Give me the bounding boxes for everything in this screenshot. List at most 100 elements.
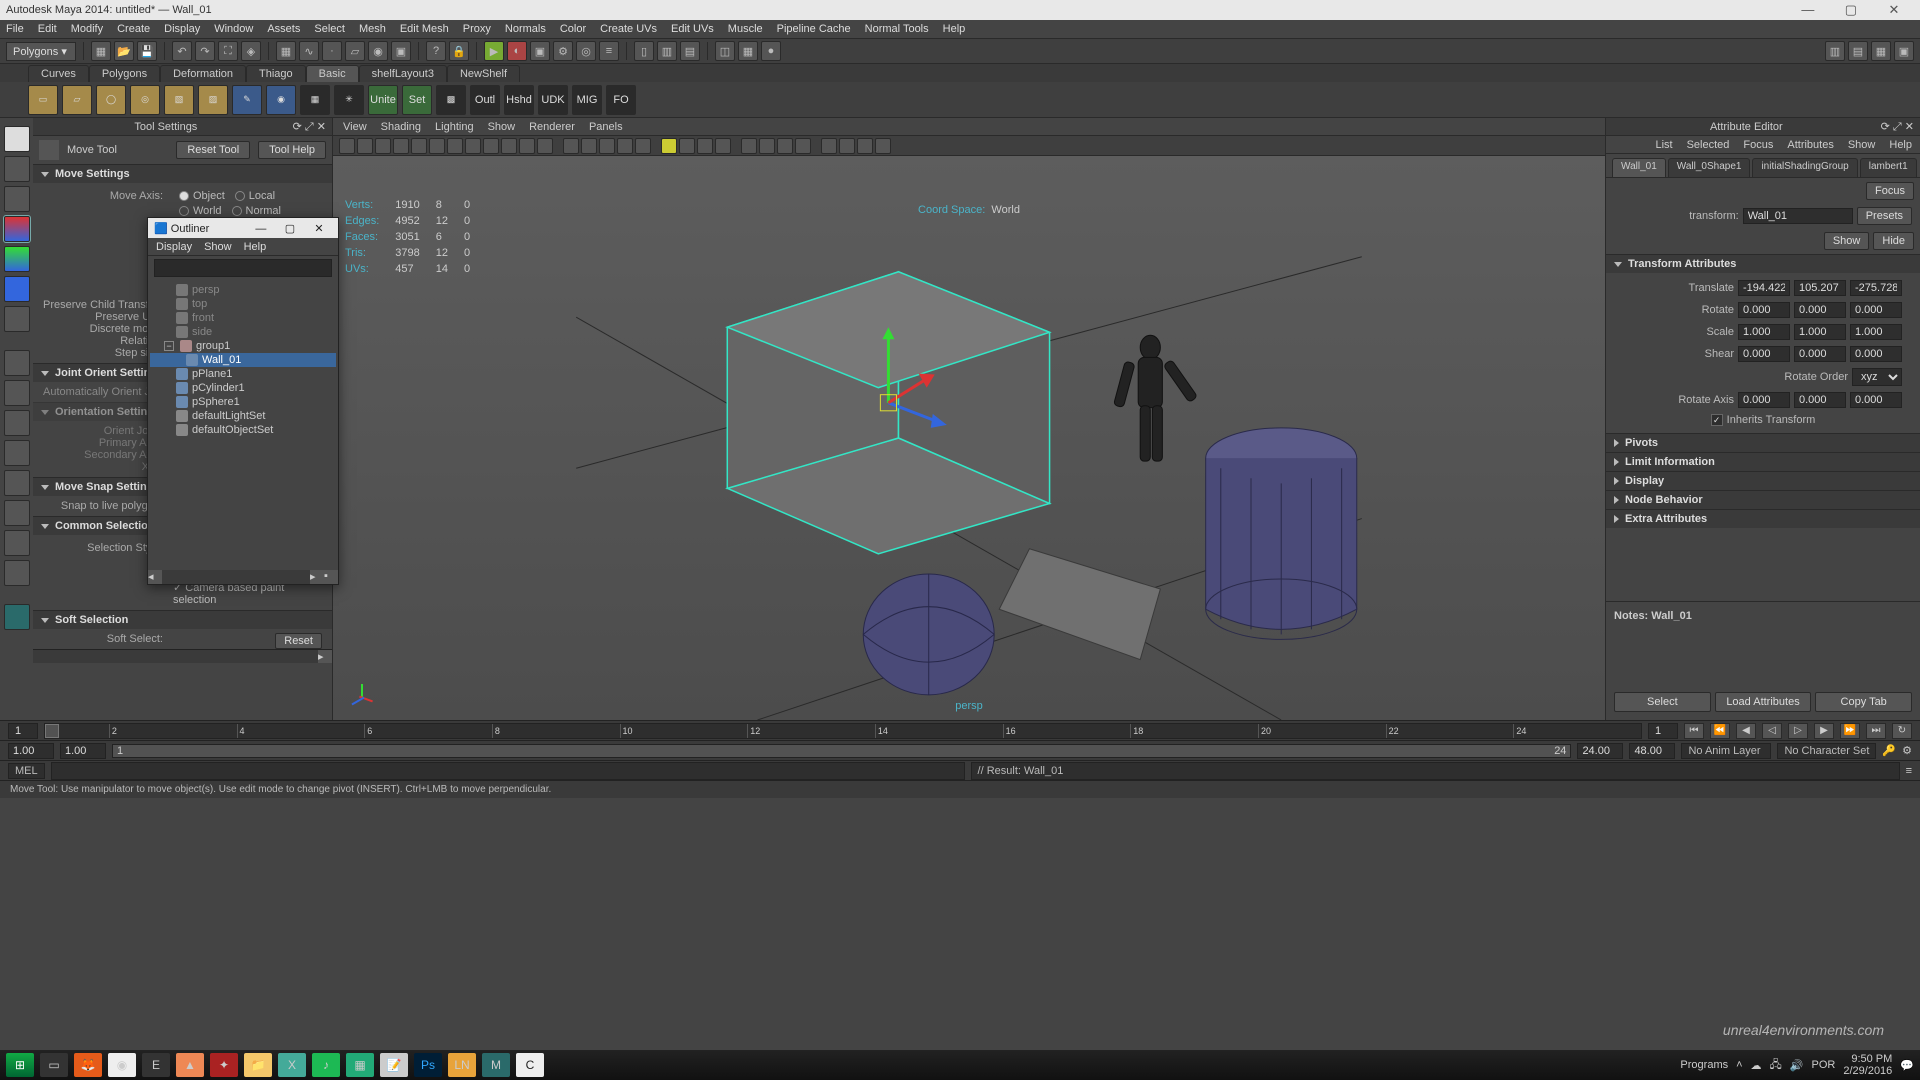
- outliner-scroll-right[interactable]: ▸: [310, 570, 324, 584]
- translate-x-input[interactable]: [1738, 280, 1790, 296]
- ae-extra-attributes-header[interactable]: Extra Attributes: [1625, 513, 1707, 525]
- ae-focus-button[interactable]: Focus: [1866, 182, 1914, 200]
- paint-select-tool-icon[interactable]: [4, 186, 30, 212]
- outliner-maximize[interactable]: ▢: [277, 222, 303, 235]
- rotate-z-input[interactable]: [1850, 302, 1902, 318]
- checker-icon[interactable]: ▩: [436, 85, 466, 115]
- tray-volume-icon[interactable]: 🔊: [1790, 1059, 1804, 1072]
- wireframe-sphere-icon[interactable]: ◉: [266, 85, 296, 115]
- tool-help-button[interactable]: Tool Help: [258, 141, 326, 159]
- character-set-dropdown[interactable]: No Character Set: [1777, 743, 1876, 759]
- vp-depth-of-field-icon[interactable]: [821, 138, 837, 154]
- ae-menu-item[interactable]: Selected: [1687, 139, 1730, 151]
- shelf-tab[interactable]: NewShelf: [447, 65, 520, 82]
- layout-four-icon[interactable]: [4, 380, 30, 406]
- shear-x-input[interactable]: [1738, 346, 1790, 362]
- vp-2d-pan-icon[interactable]: [411, 138, 427, 154]
- vp-motion-blur-icon[interactable]: [839, 138, 855, 154]
- outliner-item-pcylinder1[interactable]: pCylinder1: [150, 381, 336, 395]
- ae-menu-item[interactable]: Attributes: [1787, 139, 1833, 151]
- ae-copy-tab-button[interactable]: Copy Tab: [1815, 692, 1912, 712]
- outliner-close[interactable]: ✕: [306, 222, 332, 235]
- vp-shadows-icon[interactable]: [635, 138, 651, 154]
- go-end-icon[interactable]: ⏭: [1866, 723, 1886, 739]
- menu-item[interactable]: Muscle: [728, 23, 763, 35]
- maya-icon[interactable]: M: [482, 1053, 510, 1077]
- tray-network-icon[interactable]: 🖧: [1770, 1056, 1782, 1075]
- outliner-item-front[interactable]: front: [150, 311, 336, 325]
- scale-z-input[interactable]: [1850, 324, 1902, 340]
- layout-script-icon[interactable]: [4, 560, 30, 586]
- vp-light-icon[interactable]: [661, 138, 677, 154]
- menu-item[interactable]: Proxy: [463, 23, 491, 35]
- vp-bookmark-icon[interactable]: [375, 138, 391, 154]
- play-forward-icon[interactable]: ▷: [1788, 723, 1808, 739]
- panel-scrollbar[interactable]: ▸: [318, 650, 332, 663]
- snap-live-icon[interactable]: ◉: [368, 41, 388, 61]
- layout-two-h-icon[interactable]: [4, 440, 30, 466]
- scale-y-input[interactable]: [1794, 324, 1846, 340]
- unite-icon[interactable]: Unite: [368, 85, 398, 115]
- outliner-item-wall-01[interactable]: Wall_01: [150, 353, 336, 367]
- shelf-tab[interactable]: Polygons: [89, 65, 160, 82]
- outliner-scroll-corner[interactable]: ▪: [324, 570, 338, 584]
- history-toggle-icon[interactable]: ?: [426, 41, 446, 61]
- outliner-item-persp[interactable]: persp: [150, 283, 336, 297]
- snap-grid-icon[interactable]: ▦: [276, 41, 296, 61]
- undo-icon[interactable]: ↶: [172, 41, 192, 61]
- app-icon-3[interactable]: LN: [448, 1053, 476, 1077]
- window-close[interactable]: ✕: [1874, 2, 1914, 18]
- new-scene-icon[interactable]: ▦: [91, 41, 111, 61]
- menu-item[interactable]: File: [6, 23, 24, 35]
- scale-tool-icon[interactable]: [4, 276, 30, 302]
- menu-item[interactable]: Create: [117, 23, 150, 35]
- mig-icon[interactable]: MIG: [572, 85, 602, 115]
- programs-label[interactable]: Programs: [1680, 1059, 1728, 1071]
- epic-games-icon[interactable]: E: [142, 1053, 170, 1077]
- menu-item[interactable]: Select: [314, 23, 345, 35]
- axis-normal-radio[interactable]: Normal: [232, 205, 281, 217]
- vp-grid-icon[interactable]: [429, 138, 445, 154]
- vlc-icon[interactable]: ▲: [176, 1053, 204, 1077]
- render-settings-icon[interactable]: ⚙: [553, 41, 573, 61]
- poly-torus-icon[interactable]: ◎: [130, 85, 160, 115]
- vp-resolution-gate-icon[interactable]: [465, 138, 481, 154]
- vp-image-plane-icon[interactable]: [393, 138, 409, 154]
- move-settings-header[interactable]: Move Settings: [55, 168, 130, 180]
- inherits-transform-check[interactable]: ✓: [1711, 414, 1723, 426]
- save-scene-icon[interactable]: 💾: [137, 41, 157, 61]
- vp-gate-mask-icon[interactable]: [483, 138, 499, 154]
- ae-presets-button[interactable]: Presets: [1857, 207, 1912, 225]
- task-view-icon[interactable]: ▭: [40, 1053, 68, 1077]
- start-button[interactable]: ⊞: [6, 1053, 34, 1077]
- vp-film-gate-icon[interactable]: [447, 138, 463, 154]
- range-start-input[interactable]: [8, 743, 54, 759]
- vp-menu-item[interactable]: Lighting: [435, 121, 474, 133]
- outliner-titlebar[interactable]: 🟦 Outliner — ▢ ✕: [148, 218, 338, 238]
- outliner-menu-item[interactable]: Show: [204, 241, 232, 253]
- select-hierarchy-icon[interactable]: ⛶: [218, 41, 238, 61]
- outliner-minimize[interactable]: —: [248, 223, 274, 235]
- ae-tab[interactable]: lambert1: [1860, 158, 1917, 177]
- move-snap-header[interactable]: Move Snap Settings: [55, 481, 160, 493]
- axis-object-radio[interactable]: Object: [179, 190, 225, 202]
- vp-select-camera-icon[interactable]: [339, 138, 355, 154]
- mode-dropdown[interactable]: Polygons ▾: [6, 42, 76, 61]
- vp-lock-camera-icon[interactable]: [357, 138, 373, 154]
- step-back-key-icon[interactable]: ⏪: [1710, 723, 1730, 739]
- translate-y-input[interactable]: [1794, 280, 1846, 296]
- layout-two-v-icon[interactable]: [4, 410, 30, 436]
- auto-key-icon[interactable]: 🔑: [1882, 744, 1896, 757]
- menu-item[interactable]: Create UVs: [600, 23, 657, 35]
- menu-item[interactable]: Help: [943, 23, 966, 35]
- batch-render-icon[interactable]: ≡: [599, 41, 619, 61]
- ae-transform-name-input[interactable]: [1743, 208, 1853, 224]
- soft-reset-button[interactable]: Reset: [275, 633, 322, 649]
- ae-pivots-header[interactable]: Pivots: [1625, 437, 1658, 449]
- step-back-icon[interactable]: ◀: [1736, 723, 1756, 739]
- manip-tool-icon[interactable]: [4, 306, 30, 332]
- render-region-icon[interactable]: ▣: [530, 41, 550, 61]
- range-end-input[interactable]: [1629, 743, 1675, 759]
- app-icon-2[interactable]: ▦: [346, 1053, 374, 1077]
- menu-item[interactable]: Edit UVs: [671, 23, 714, 35]
